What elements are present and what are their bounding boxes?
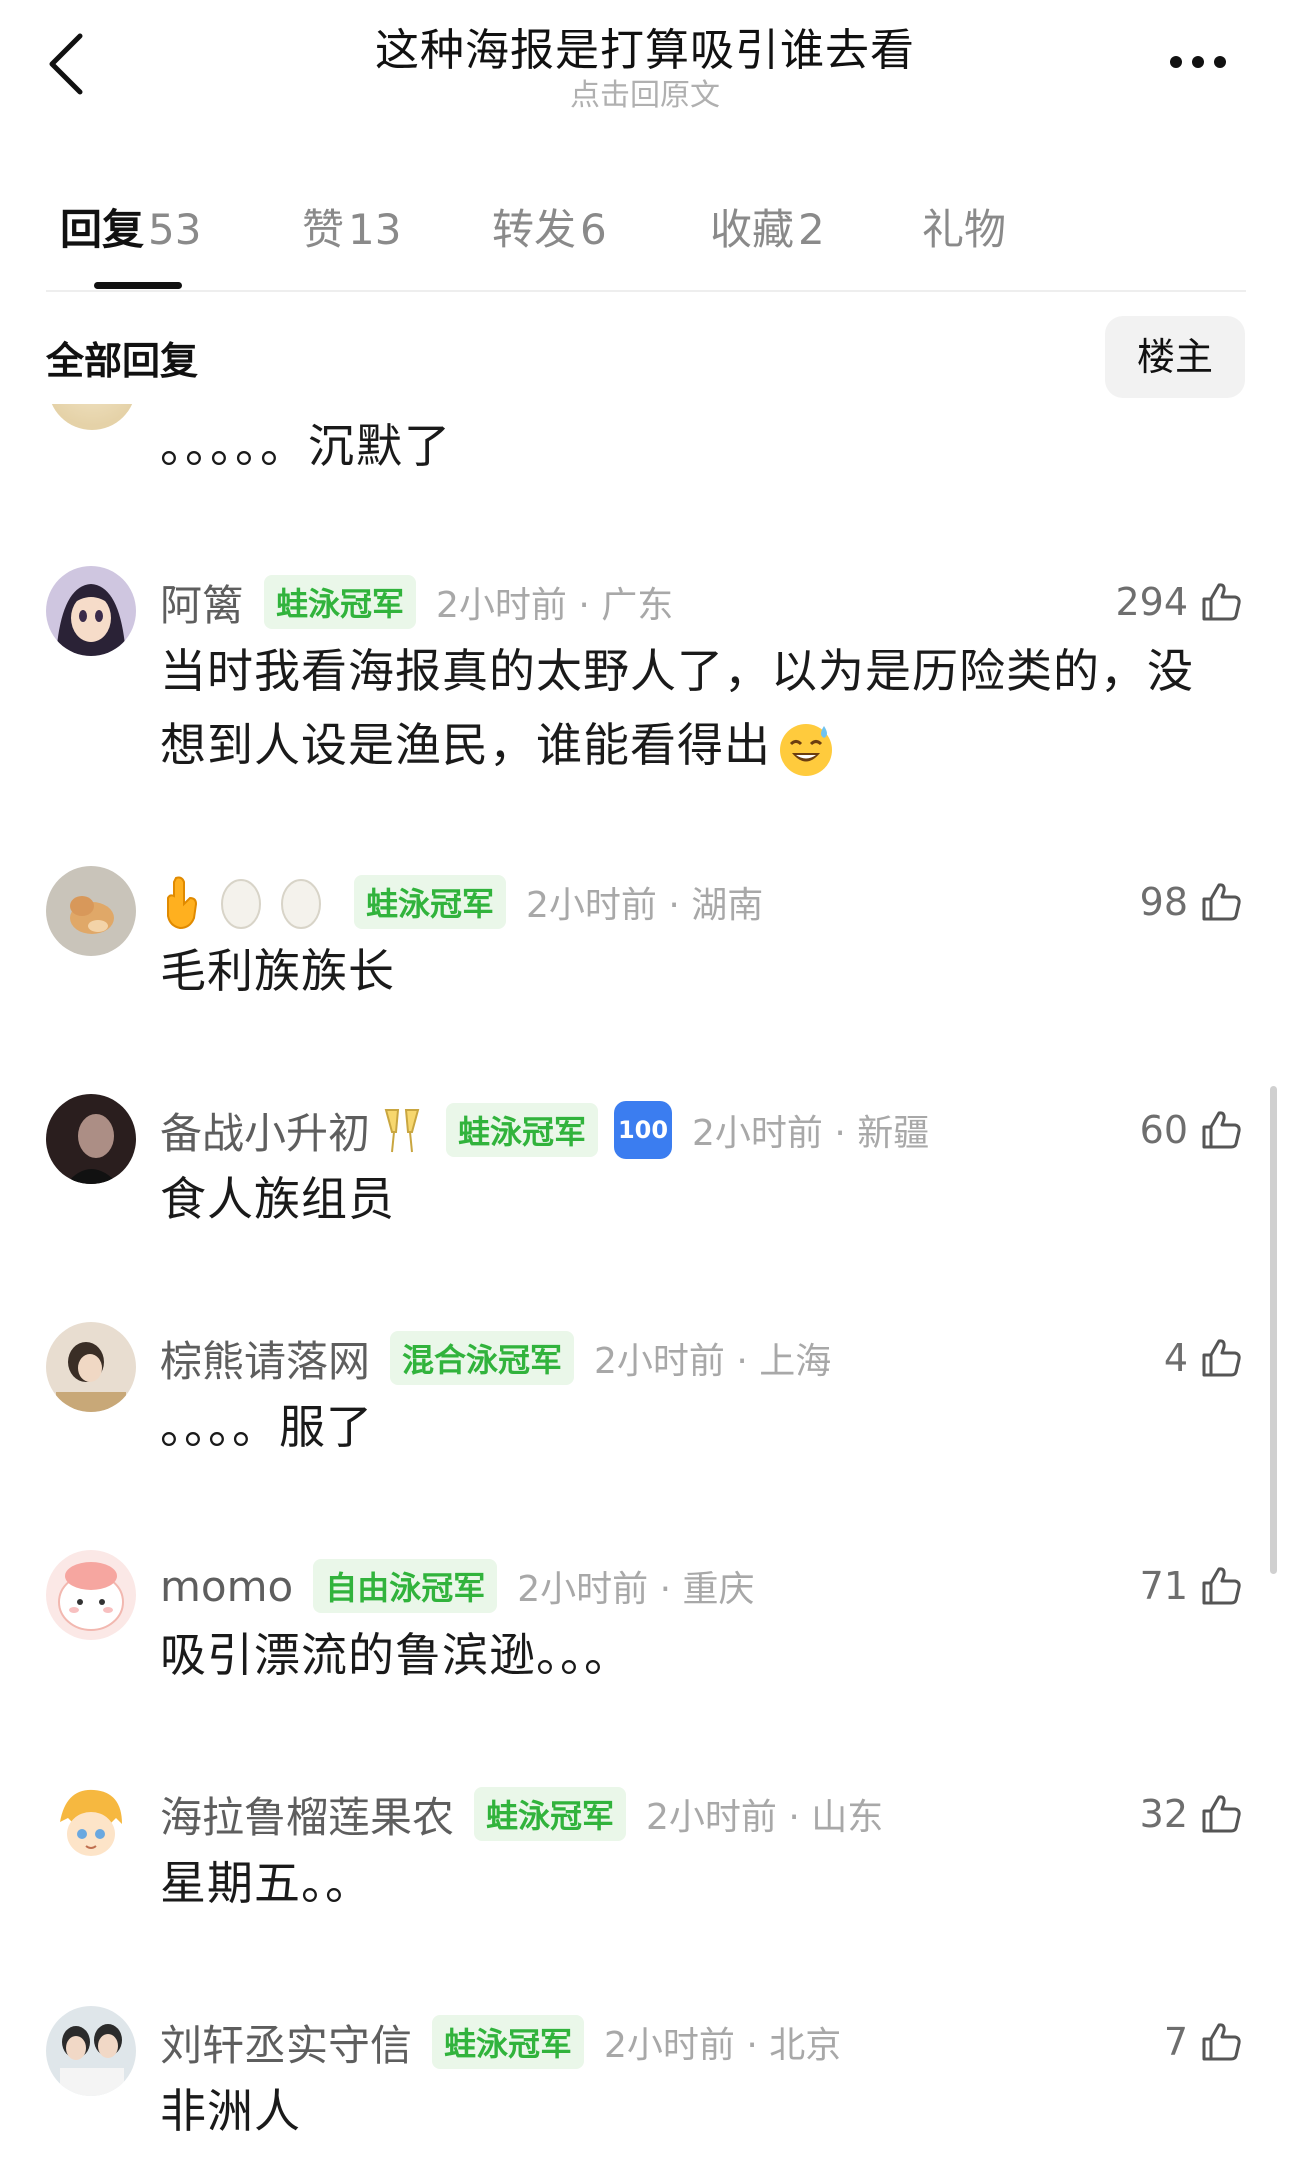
- username[interactable]: 刘轩丞实守信: [160, 2012, 412, 2073]
- comment-text: 吸引漂流的鲁滨逊。。。: [160, 1628, 631, 1682]
- tab-replies-count: 53: [148, 205, 202, 254]
- comment-meta: 蛙泳冠军 2小时前 · 湖南: [160, 872, 763, 932]
- user-badge[interactable]: 蛙泳冠军: [264, 575, 417, 629]
- comment-meta: 海拉鲁榴莲果农 蛙泳冠军 2小时前 · 山东: [160, 1784, 883, 1844]
- tab-replies-label: 回复: [60, 205, 145, 254]
- thumbs-up-icon[interactable]: [1198, 1335, 1244, 1381]
- username[interactable]: 备战小升初: [160, 1100, 370, 1161]
- egg-icon: [281, 879, 321, 929]
- egg-icon: [221, 879, 261, 929]
- comment-text: 。。。。。沉默了: [160, 419, 452, 473]
- point-down-icon: [167, 876, 198, 930]
- avatar[interactable]: [46, 866, 136, 956]
- like-control[interactable]: 7: [1164, 2012, 1244, 2072]
- avatar[interactable]: [46, 1322, 136, 1412]
- comment-text: 。。。。服了: [160, 1400, 373, 1454]
- clinking-glasses-icon: [384, 1109, 420, 1153]
- comment-time-location: 2小时前 · 重庆: [517, 1569, 755, 1610]
- op-filter-button[interactable]: 楼主: [1105, 316, 1245, 398]
- avatar[interactable]: [46, 1778, 136, 1868]
- username[interactable]: momo: [160, 1562, 293, 1611]
- comment-time-location: 2小时前 · 北京: [604, 2025, 842, 2066]
- tab-likes-label: 赞: [302, 205, 345, 254]
- header-bar: 这种海报是打算吸引谁去看 点击回原文: [0, 0, 1290, 120]
- comment-text: 非洲人: [160, 2084, 301, 2138]
- thumbs-up-icon[interactable]: [1198, 1563, 1244, 1609]
- avatar[interactable]: [46, 1094, 136, 1184]
- scrollbar[interactable]: [1270, 1086, 1277, 1574]
- user-badge[interactable]: 蛙泳冠军: [446, 1103, 599, 1157]
- thumbs-up-icon[interactable]: [1198, 1107, 1244, 1153]
- like-count: 98: [1139, 880, 1188, 924]
- comment-text: 星期五。。: [160, 1856, 372, 1910]
- post-title[interactable]: 这种海报是打算吸引谁去看: [0, 14, 1290, 78]
- section-title: 全部回复: [46, 339, 199, 383]
- back-to-original-link[interactable]: 点击回原文: [0, 70, 1290, 114]
- user-badge[interactable]: 自由泳冠军: [313, 1559, 498, 1613]
- tab-divider: [46, 290, 1246, 292]
- like-count: 60: [1139, 1108, 1188, 1152]
- user-badge[interactable]: 蛙泳冠军: [354, 875, 507, 929]
- comment-meta: 棕熊请落网 混合泳冠军 2小时前 · 上海: [160, 1328, 831, 1388]
- like-count: 32: [1139, 1792, 1188, 1836]
- user-badge[interactable]: 混合泳冠军: [390, 1331, 575, 1385]
- tab-likes[interactable]: 赞13: [302, 196, 401, 257]
- like-count: 294: [1115, 580, 1188, 624]
- username[interactable]: 海拉鲁榴莲果农: [160, 1784, 454, 1845]
- tab-replies[interactable]: 回复53: [60, 196, 201, 257]
- comment-time-location: 2小时前 · 湖南: [526, 885, 764, 926]
- more-button[interactable]: [1166, 42, 1230, 82]
- comment-text: 毛利族族长: [160, 944, 395, 998]
- tab-favorites-label: 收藏: [710, 205, 795, 254]
- avatar[interactable]: [46, 566, 136, 656]
- tab-reposts-count: 6: [580, 205, 607, 254]
- tab-favorites-count: 2: [798, 205, 825, 254]
- comment-time-location: 2小时前 · 广东: [436, 585, 674, 626]
- thumbs-up-icon[interactable]: [1198, 879, 1244, 925]
- tab-favorites[interactable]: 收藏2: [710, 196, 825, 257]
- username-emoji[interactable]: [160, 874, 324, 930]
- comment-meta: 阿篱 蛙泳冠军 2小时前 · 广东: [160, 572, 673, 632]
- comment-meta: momo 自由泳冠军 2小时前 · 重庆: [160, 1556, 754, 1616]
- like-control[interactable]: 32: [1140, 1784, 1244, 1844]
- more-dots-icon: [1170, 56, 1226, 68]
- comment-text: 食人族组员: [160, 1172, 395, 1226]
- avatar[interactable]: [46, 2006, 136, 2096]
- avatar[interactable]: [48, 404, 136, 430]
- like-control[interactable]: 71: [1140, 1556, 1244, 1616]
- sweat-smile-icon: [780, 723, 832, 776]
- tab-gifts[interactable]: 礼物: [922, 196, 1006, 257]
- avatar[interactable]: [46, 1550, 136, 1640]
- comment-meta: 刘轩丞实守信 蛙泳冠军 2小时前 · 北京: [160, 2012, 841, 2072]
- like-control[interactable]: 294: [1115, 572, 1244, 632]
- thumbs-up-icon[interactable]: [1198, 1791, 1244, 1837]
- username[interactable]: 棕熊请落网: [160, 1328, 370, 1389]
- like-count: 71: [1139, 1564, 1188, 1608]
- like-control[interactable]: 98: [1140, 872, 1244, 932]
- comment-time-location: 2小时前 · 山东: [646, 1797, 884, 1838]
- tab-gifts-label: 礼物: [922, 205, 1007, 254]
- like-count: 4: [1163, 1336, 1188, 1380]
- user-badge[interactable]: 蛙泳冠军: [432, 2015, 585, 2069]
- comment-text-body: 当时我看海报真的太野人了，以为是历险类的，没想到人设是渔民，谁能看得出: [160, 644, 1194, 772]
- comment-time-location: 2小时前 · 上海: [594, 1341, 832, 1382]
- thumbs-up-icon[interactable]: [1198, 2019, 1244, 2065]
- tab-reposts[interactable]: 转发6: [492, 196, 607, 257]
- username[interactable]: 阿篱: [160, 572, 244, 633]
- like-control[interactable]: 60: [1140, 1100, 1244, 1160]
- like-control[interactable]: 4: [1164, 1328, 1244, 1388]
- tab-likes-count: 13: [348, 205, 402, 254]
- user-badge[interactable]: 蛙泳冠军: [474, 1787, 627, 1841]
- like-count: 7: [1163, 2020, 1188, 2064]
- comment-meta: 备战小升初 蛙泳冠军 100 2小时前 · 新疆: [160, 1100, 929, 1160]
- tab-bar: 回复53 赞13 转发6 收藏2 礼物: [0, 170, 1290, 290]
- comment-time-location: 2小时前 · 新疆: [692, 1113, 930, 1154]
- tab-reposts-label: 转发: [492, 205, 577, 254]
- thumbs-up-icon[interactable]: [1198, 579, 1244, 625]
- tab-active-indicator: [94, 282, 182, 289]
- comment-text: 当时我看海报真的太野人了，以为是历险类的，没想到人设是渔民，谁能看得出: [160, 634, 1240, 782]
- score-100-badge[interactable]: 100: [614, 1101, 673, 1159]
